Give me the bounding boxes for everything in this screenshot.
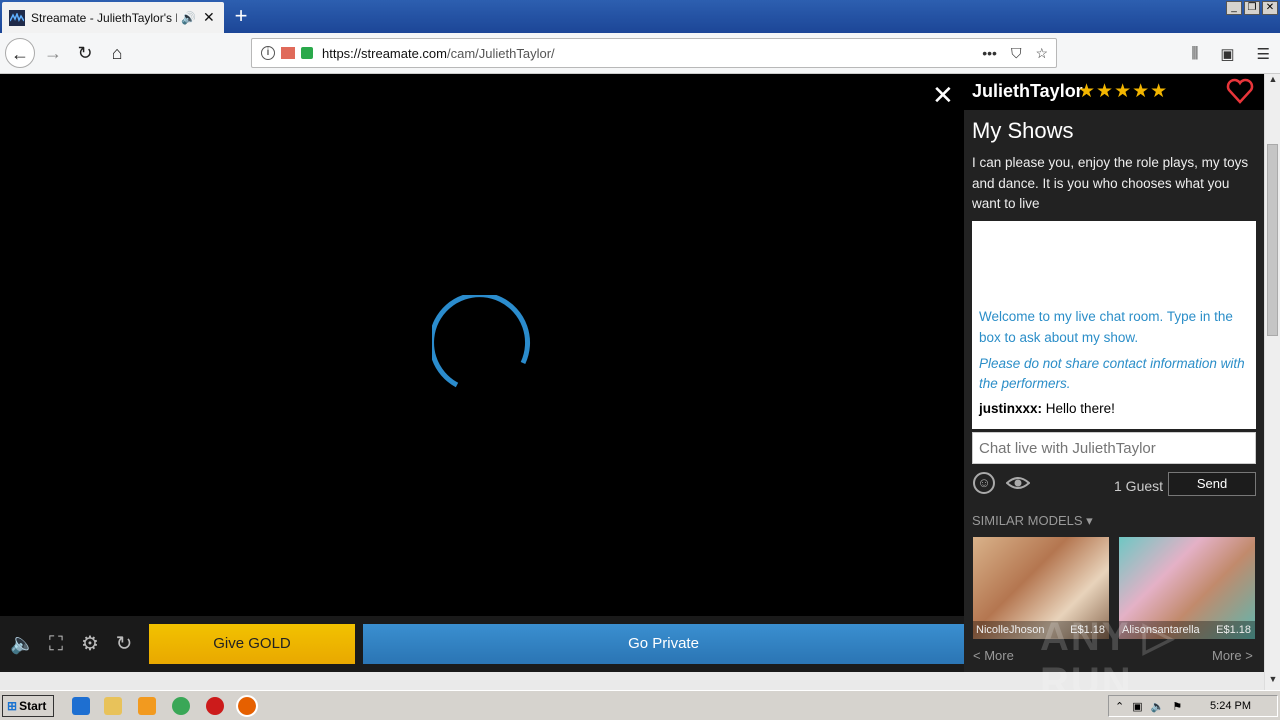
chat-welcome-message: Welcome to my live chat room. Type in th… [979,309,1233,345]
go-private-button[interactable]: Go Private [363,624,964,664]
chat-text: Hello there! [1045,401,1115,416]
chat-input[interactable] [972,432,1256,464]
volume-icon[interactable]: 🔈 [10,632,35,656]
give-gold-button[interactable]: Give GOLD [149,624,355,664]
close-window-button[interactable]: ✕ [1262,1,1278,15]
refresh-icon[interactable]: ↻ [112,632,136,656]
similar-models-toggle[interactable]: SIMILAR MODELS ▾ [972,513,1093,529]
close-video-icon[interactable]: ✕ [932,82,954,108]
media-player-icon[interactable] [138,697,156,715]
info-icon[interactable]: i [261,46,275,60]
emoji-smiley-icon[interactable]: ☺ [973,472,995,494]
bookmark-star-icon[interactable]: ☆ [1035,45,1048,62]
streamate-favicon-icon [9,9,25,26]
rating-stars: ★★★★★ [1078,81,1169,102]
volume-tray-icon[interactable]: 🔈 [1151,700,1165,713]
section-title: My Shows [972,118,1074,143]
chrome-icon[interactable] [172,697,190,715]
performer-name: JuliethTaylor [972,81,1083,101]
system-tray: ⌃ ▣ 🔈 ⚑ 5:24 PM [1108,695,1278,717]
browser-title-bar: Streamate - JuliethTaylor's Pro 🔊 ✕ + _ … [0,0,1280,33]
browser-tab[interactable]: Streamate - JuliethTaylor's Pro 🔊 ✕ [2,2,224,33]
settings-gear-icon[interactable]: ⚙ [78,632,102,656]
video-player[interactable]: ✕ [0,74,964,616]
network-icon[interactable]: ▣ [1132,700,1142,713]
start-button[interactable]: ⊞ Start [2,695,54,717]
firefox-icon[interactable] [236,695,258,717]
windows-logo-icon: ⊞ [7,699,18,713]
toolbar-right: ⫼ ▣ ☰ [1191,45,1270,63]
new-tab-button[interactable]: + [228,4,254,28]
performer-panel: JuliethTaylor ★★★★★ My Shows I can pleas… [964,74,1264,672]
fullscreen-icon[interactable]: ⛶ [44,632,68,656]
internet-explorer-icon[interactable] [72,697,90,715]
minimize-button[interactable]: _ [1226,1,1242,15]
library-icon[interactable]: ⫼ [1191,45,1198,63]
sidebar-icon[interactable]: ▣ [1220,45,1234,63]
model-name: NicolleJhoson [976,624,1045,636]
panel-header: JuliethTaylor ★★★★★ [964,74,1264,110]
page-actions-icon[interactable]: ••• [982,45,997,62]
favorite-heart-icon[interactable] [1226,76,1254,106]
window-controls: _ ❐ ✕ [1226,1,1278,15]
windows-taskbar: ⊞ Start ⌃ ▣ 🔈 ⚑ 5:24 PM [0,690,1280,720]
previous-more-link[interactable]: < More [973,648,1014,663]
send-button[interactable]: Send [1168,472,1256,496]
chat-username: justinxxx: [979,401,1043,416]
home-button[interactable]: ⌂ [102,38,132,68]
scrollbar-thumb[interactable] [1267,144,1278,336]
vertical-scrollbar[interactable]: ▲ ▼ [1264,74,1280,690]
speaker-icon[interactable]: 🔊 [181,11,196,25]
address-bar[interactable]: i https://streamate.com/cam/JuliethTaylo… [251,38,1057,68]
clock: 5:24 PM [1210,700,1251,712]
eye-icon[interactable] [1006,474,1030,492]
tab-title: Streamate - JuliethTaylor's Pro [31,10,177,25]
opera-icon[interactable] [206,697,224,715]
pocket-icon[interactable]: ⛉ [1011,45,1022,62]
flag-icon[interactable]: ⚑ [1172,700,1182,713]
url-text[interactable]: https://streamate.com/cam/JuliethTaylor/ [322,46,555,61]
show-description: I can please you, enjoy the role plays, … [972,155,1249,211]
chat-warning-message: Please do not share contact information … [979,356,1245,391]
navigation-bar: ← → ↻ ⌂ i https://streamate.com/cam/Juli… [0,33,1280,74]
tab-close-icon[interactable]: ✕ [203,9,215,26]
permissions-icon[interactable] [281,47,295,59]
chevron-down-icon: ▾ [1086,513,1093,528]
chat-message: justinxxx: Hello there! [979,401,1115,416]
lock-icon[interactable] [301,47,313,59]
player-controls: 🔈 ⛶ ⚙ ↻ Give GOLD Go Private [0,616,964,672]
restore-button[interactable]: ❐ [1244,1,1260,15]
scroll-up-icon[interactable]: ▲ [1266,74,1280,90]
forward-button[interactable]: → [38,38,68,68]
chat-log: Welcome to my live chat room. Type in th… [972,221,1256,429]
loading-spinner-icon [432,295,531,388]
guest-count: 1 Guest [1114,478,1164,494]
back-button[interactable]: ← [5,38,35,68]
menu-icon[interactable]: ☰ [1257,45,1270,63]
tray-expand-icon[interactable]: ⌃ [1115,700,1124,713]
file-explorer-icon[interactable] [104,697,122,715]
reload-button[interactable]: ↻ [70,38,100,68]
